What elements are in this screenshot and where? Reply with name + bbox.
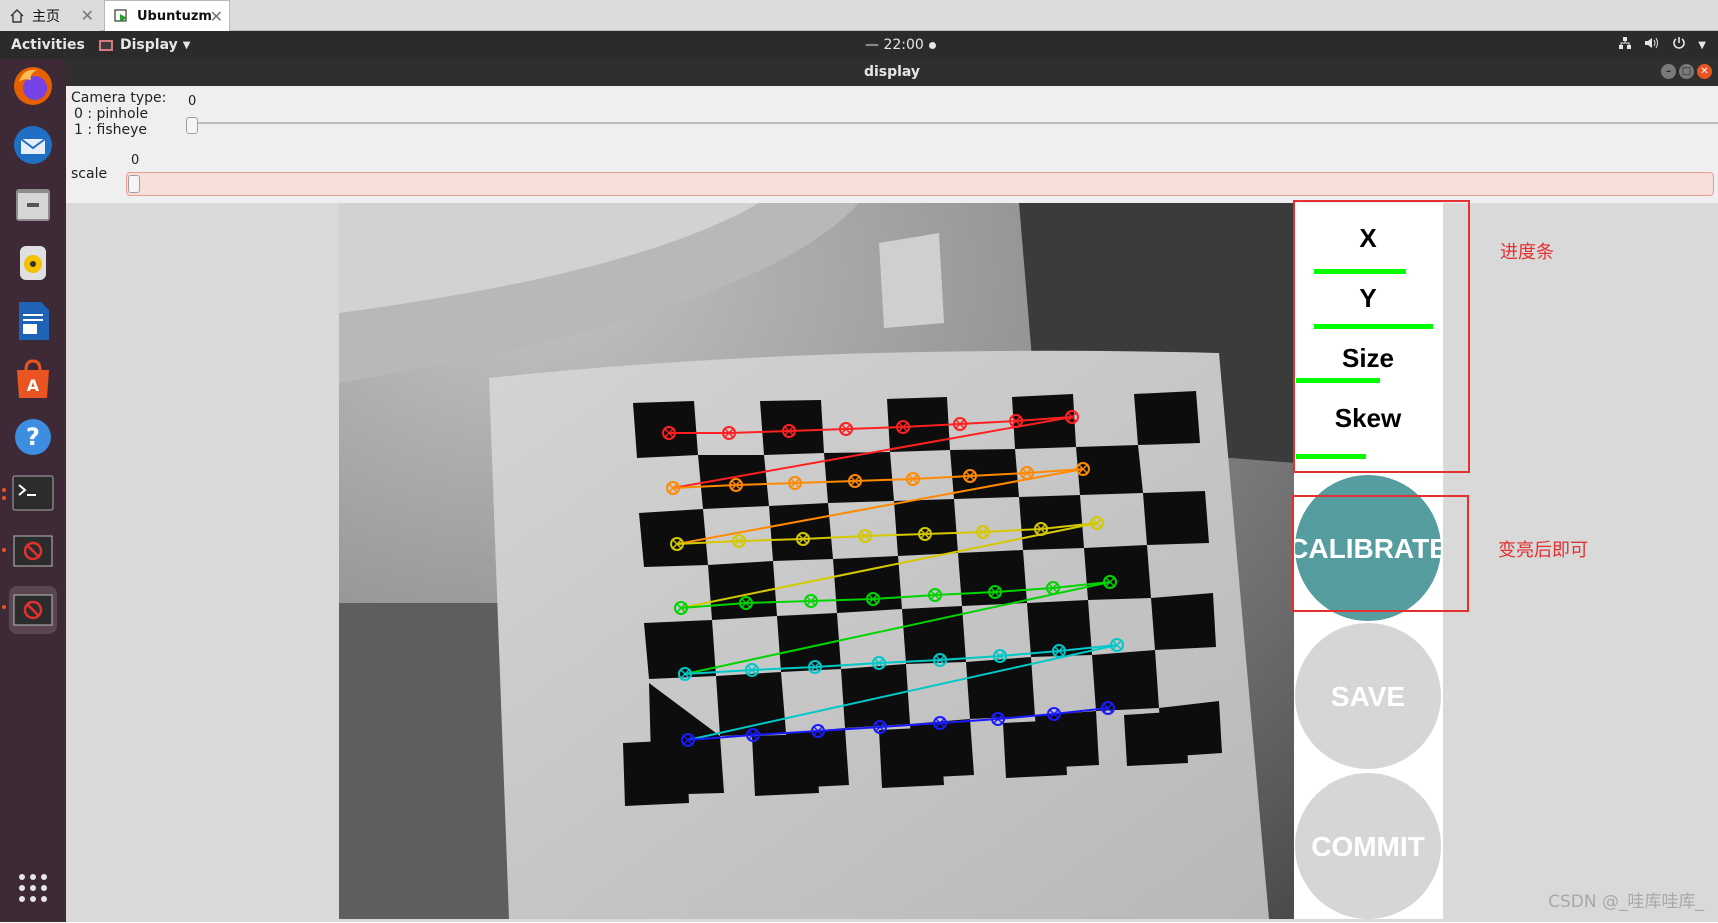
browser-tab-strip: 主页 ✕ Ubuntuzm ✕ [0,0,1718,31]
minimize-button[interactable]: – [1661,64,1676,79]
notification-dot-icon [928,41,936,49]
window-titlebar[interactable]: display – □ ✕ [66,59,1718,86]
close-icon[interactable]: ✕ [81,6,94,25]
scale-value: 0 [131,153,140,168]
system-tray[interactable]: ▼ [1606,31,1706,59]
camera-type-label-line: 1 : fisheye [74,122,148,138]
camera-type-slider[interactable] [192,122,1718,124]
watermark: CSDN @_哇库哇库_ [1548,892,1704,912]
running-indicator [2,548,6,552]
camera-type-label-line: 0 : pinhole [74,106,149,122]
firefox-icon[interactable] [9,62,57,110]
calibrate-highlight-box [1292,495,1469,612]
activities-button[interactable]: Activities [11,31,85,59]
camera-type-slider-handle[interactable] [186,117,198,134]
dock: A ? [0,59,66,922]
scale-label: scale [71,166,108,182]
clock[interactable]: — 22:00 [865,31,936,59]
trackbar-panel: Camera type: 0 : pinhole 1 : fisheye 0 s… [66,86,1718,203]
top-panel: Activities Display ▼ — 22:00 ▼ [0,31,1718,59]
camera-view [339,203,1295,919]
progress-highlight-box [1293,200,1470,473]
running-indicator [2,605,6,609]
commit-button[interactable]: COMMIT [1295,773,1441,919]
tab-home-label: 主页 [32,8,60,25]
thunderbird-icon[interactable] [9,121,57,169]
tab-ubuntuzm-label: Ubuntuzm [137,8,212,24]
commit-button-label: COMMIT [1311,831,1425,862]
window-title: display [863,64,921,80]
vm-icon [113,7,131,25]
chevron-down-icon: ▼ [182,39,191,51]
power-icon [1672,36,1686,54]
running-indicator [2,488,6,492]
calibrate-annotation: 变亮后即可 [1498,540,1588,561]
scale-slider-handle[interactable] [128,175,140,193]
camera-type-value: 0 [188,94,197,109]
network-icon [1618,36,1632,54]
save-button[interactable]: SAVE [1295,623,1441,769]
close-icon[interactable]: ✕ [210,7,223,26]
rhythmbox-icon[interactable] [9,239,57,287]
home-icon [8,7,26,25]
tab-ubuntuzm[interactable]: Ubuntuzm ✕ [104,0,230,31]
chevron-down-icon: ▼ [1698,39,1706,51]
progress-annotation: 进度条 [1500,242,1554,263]
running-indicator [2,496,6,500]
show-apps-icon[interactable] [9,864,57,912]
volume-icon [1644,36,1660,54]
maximize-button[interactable]: □ [1679,64,1694,79]
display-window-icon[interactable] [9,586,57,634]
terminal-icon[interactable] [9,469,57,517]
tab-home[interactable]: 主页 ✕ [0,0,100,31]
close-button[interactable]: ✕ [1697,64,1712,79]
files-icon[interactable] [9,180,57,228]
software-icon[interactable]: A [9,355,57,403]
svg-text:?: ? [26,423,40,451]
display-window-icon[interactable] [9,527,57,575]
camera-type-label-line: Camera type: [71,90,167,106]
scale-slider[interactable] [126,172,1714,196]
camera-type-label: Camera type: 0 : pinhole 1 : fisheye [71,90,166,138]
help-icon[interactable]: ? [9,413,57,461]
window-icon [99,39,113,51]
app-menu-label: Display [120,37,178,53]
writer-icon[interactable] [9,297,57,345]
svg-text:A: A [27,376,40,395]
app-menu-display[interactable]: Display ▼ [99,31,190,59]
save-button-label: SAVE [1331,681,1405,712]
clock-label: — 22:00 [865,37,924,53]
